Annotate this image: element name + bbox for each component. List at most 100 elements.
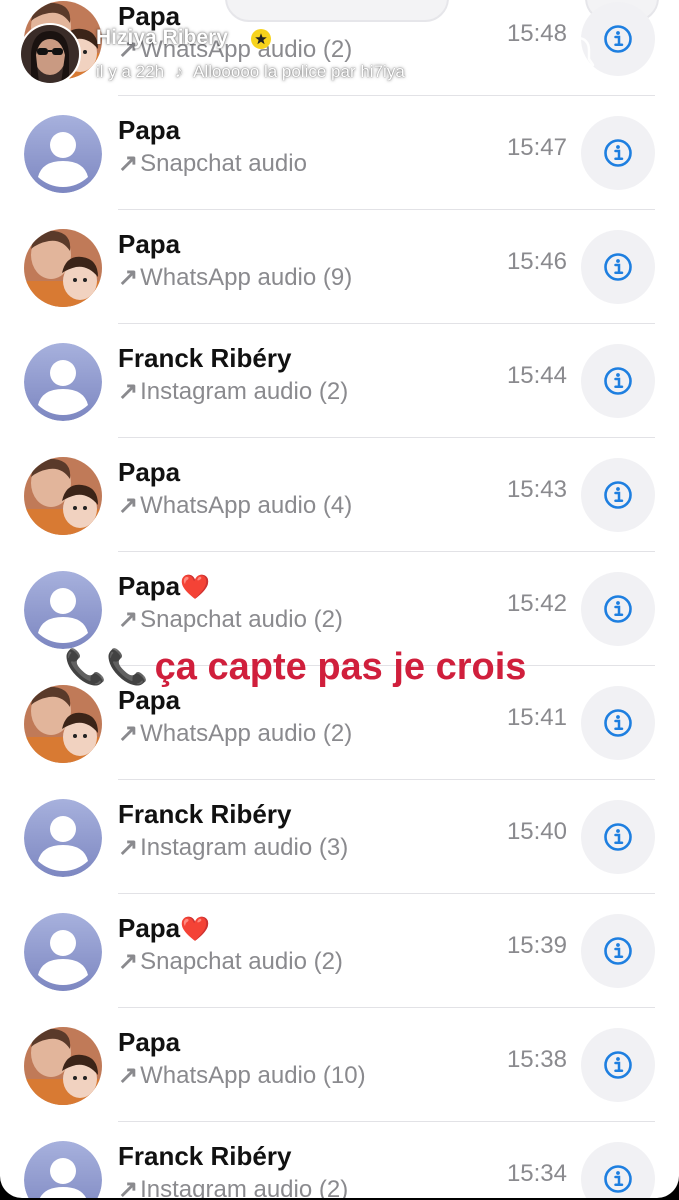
call-row[interactable]: Franck Ribéry ↗Instagram audio (3) 15:40 — [0, 780, 679, 894]
contact-name: Papa — [118, 1027, 181, 1057]
story-time-ago: il y a 22h — [96, 62, 165, 81]
story-music[interactable]: Allooooo la police par hi7iya — [193, 62, 405, 81]
info-button[interactable] — [581, 914, 655, 988]
story-meta: il y a 22h ♪ Allooooo la police par hi7i… — [96, 62, 405, 82]
call-time: 15:47 — [506, 134, 567, 161]
contact-photo — [24, 685, 102, 763]
info-icon — [604, 823, 632, 851]
call-type: ↗Instagram audio (3) — [118, 834, 349, 861]
call-time: 15:40 — [506, 818, 567, 845]
contact-avatar — [24, 457, 102, 535]
outgoing-call-arrow-icon: ↗ — [118, 1062, 139, 1089]
contact-avatar — [24, 571, 102, 649]
contact-name: Papa❤️ — [118, 913, 211, 943]
outgoing-call-arrow-icon: ↗ — [118, 948, 139, 975]
outgoing-call-arrow-icon: ↗ — [118, 720, 139, 747]
info-icon — [604, 1051, 632, 1079]
contact-photo — [24, 229, 102, 307]
info-icon — [604, 595, 632, 623]
info-button[interactable] — [581, 230, 655, 304]
outgoing-call-arrow-icon: ↗ — [118, 150, 139, 177]
info-button[interactable] — [581, 686, 655, 760]
caption-text: ça capte pas je crois — [154, 646, 527, 688]
call-row[interactable]: Papa ↗Snapchat audio 15:47 — [0, 96, 679, 210]
story-avatar[interactable] — [19, 23, 81, 85]
contact-name: Papa — [118, 229, 181, 259]
contact-avatar — [24, 1141, 102, 1198]
call-row[interactable]: Franck Ribéry ↗Instagram audio (2) 15:44 — [0, 324, 679, 438]
contact-avatar — [24, 799, 102, 877]
info-icon — [604, 367, 632, 395]
contact-name: Franck Ribéry — [118, 343, 292, 373]
call-type: ↗Instagram audio (2) — [118, 378, 349, 405]
contact-avatar — [24, 685, 102, 763]
info-button[interactable] — [581, 572, 655, 646]
info-button[interactable] — [581, 344, 655, 418]
story-header: Hiziya Ribery il y a 22h ♪ Allooooo la p… — [0, 0, 679, 100]
recent-calls-screen: Papa ↗WhatsApp audio (2) 15:48 Papa ↗Sna… — [0, 0, 679, 1198]
call-type: ↗Snapchat audio (2) — [118, 948, 343, 975]
info-icon — [604, 139, 632, 167]
bell-icon[interactable] — [560, 34, 596, 79]
call-time: 15:46 — [506, 248, 567, 275]
call-type: ↗WhatsApp audio (4) — [118, 492, 353, 519]
outgoing-call-arrow-icon: ↗ — [118, 606, 139, 633]
contact-name: Papa — [118, 457, 181, 487]
call-type: ↗WhatsApp audio (9) — [118, 264, 353, 291]
call-type: ↗Snapchat audio — [118, 150, 307, 177]
info-icon — [604, 253, 632, 281]
call-time: 15:43 — [506, 476, 567, 503]
contact-avatar — [24, 229, 102, 307]
contact-avatar — [24, 1027, 102, 1105]
contact-name: Papa❤️ — [118, 571, 211, 601]
call-type: ↗WhatsApp audio (2) — [118, 720, 353, 747]
story-username[interactable]: Hiziya Ribery — [96, 26, 228, 50]
contact-avatar — [24, 115, 102, 193]
call-type: ↗Snapchat audio (2) — [118, 606, 343, 633]
contact-avatar — [24, 343, 102, 421]
call-row[interactable]: Papa❤️ ↗Snapchat audio (2) 15:39 — [0, 894, 679, 1008]
default-avatar-icon — [24, 913, 102, 991]
contact-photo — [24, 1027, 102, 1105]
info-icon — [604, 481, 632, 509]
default-avatar-icon — [24, 343, 102, 421]
default-avatar-icon — [24, 571, 102, 649]
call-time: 15:39 — [506, 932, 567, 959]
call-time: 15:44 — [506, 362, 567, 389]
default-avatar-icon — [24, 799, 102, 877]
info-button[interactable] — [581, 116, 655, 190]
story-caption: 📞📞 ça capte pas je crois — [64, 646, 526, 690]
info-button[interactable] — [581, 800, 655, 874]
call-type: ↗WhatsApp audio (10) — [118, 1062, 366, 1089]
call-type: ↗Instagram audio (2) — [118, 1175, 348, 1198]
info-icon — [604, 937, 632, 965]
call-row[interactable]: Franck Ribéry ↗Instagram audio (2) 15:34 — [0, 1122, 679, 1198]
call-row[interactable]: Papa ↗WhatsApp audio (10) 15:38 — [0, 1008, 679, 1122]
info-button[interactable] — [581, 1142, 655, 1198]
star-badge-icon — [251, 29, 271, 49]
outgoing-call-arrow-icon: ↗ — [118, 378, 139, 405]
phone-icon: 📞📞 — [64, 648, 149, 687]
contact-avatar — [24, 913, 102, 991]
outgoing-call-arrow-icon: ↗ — [118, 1176, 139, 1198]
contact-name: Franck Ribéry — [118, 799, 292, 829]
call-row[interactable]: Papa ↗WhatsApp audio (9) 15:46 — [0, 210, 679, 324]
call-time: 15:41 — [506, 704, 567, 731]
call-time: 15:38 — [506, 1046, 567, 1073]
info-button[interactable] — [581, 458, 655, 532]
info-icon — [604, 1165, 632, 1193]
call-row[interactable]: Papa ↗WhatsApp audio (4) 15:43 — [0, 438, 679, 552]
default-avatar-icon — [24, 1141, 102, 1198]
outgoing-call-arrow-icon: ↗ — [118, 264, 139, 291]
heart-emoji: ❤️ — [180, 916, 211, 943]
info-icon — [604, 709, 632, 737]
contact-name: Papa — [118, 115, 181, 145]
call-time: 15:42 — [506, 590, 567, 617]
outgoing-call-arrow-icon: ↗ — [118, 492, 139, 519]
heart-emoji: ❤️ — [180, 574, 211, 601]
contact-photo — [24, 457, 102, 535]
outgoing-call-arrow-icon: ↗ — [118, 834, 139, 861]
default-avatar-icon — [24, 115, 102, 193]
info-button[interactable] — [581, 1028, 655, 1102]
call-time: 15:34 — [506, 1160, 567, 1187]
